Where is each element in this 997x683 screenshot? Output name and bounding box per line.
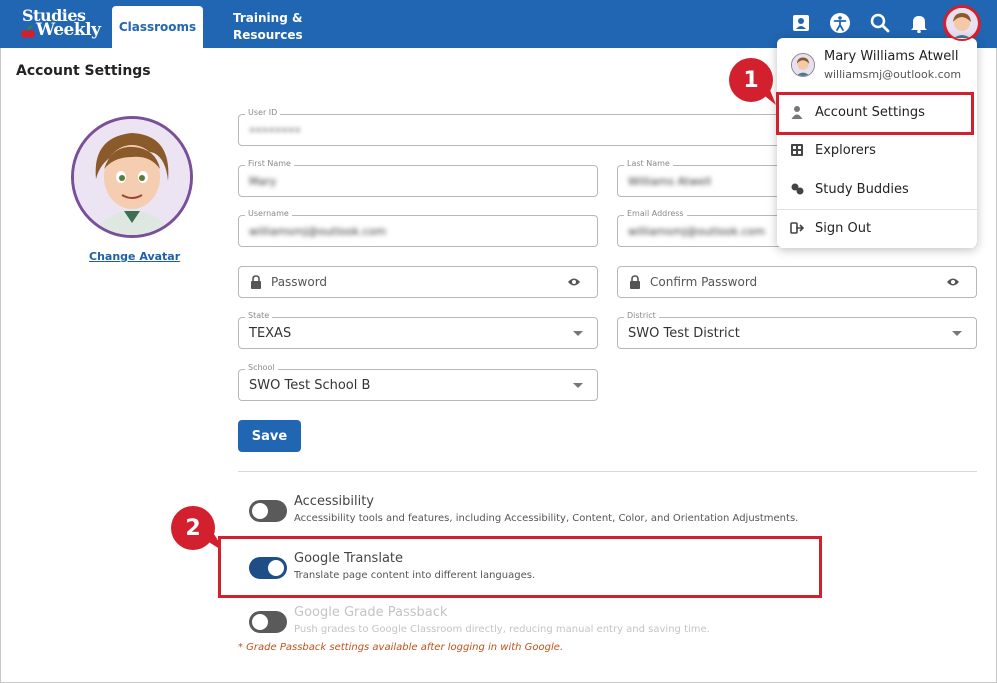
chevron-down-icon bbox=[573, 383, 583, 388]
menu-user-email: williamsmj@outlook.com bbox=[824, 68, 962, 81]
user-dropdown-menu: Mary Williams Atwell williamsmj@outlook.… bbox=[777, 38, 977, 248]
toggle-knob bbox=[252, 503, 268, 519]
grade-passback-note: * Grade Passback settings available afte… bbox=[238, 642, 564, 653]
google-grade-passback-title: Google Grade Passback bbox=[294, 605, 448, 620]
password-field[interactable]: Password bbox=[238, 266, 598, 298]
state-select[interactable]: State TEXAS bbox=[238, 311, 598, 349]
school-value: SWO Test School B bbox=[249, 377, 371, 393]
tab-classrooms[interactable]: Classrooms bbox=[112, 6, 203, 48]
google-grade-passback-toggle[interactable] bbox=[249, 611, 287, 633]
accessibility-icon[interactable] bbox=[829, 12, 851, 34]
district-value: SWO Test District bbox=[628, 325, 740, 341]
first-name-field[interactable]: First Name Mary bbox=[238, 159, 598, 197]
chevron-down-icon bbox=[573, 331, 583, 336]
email-value: williamsmj@outlook.com bbox=[628, 224, 766, 238]
username-value: williamsmj@outlook.com bbox=[249, 224, 387, 238]
menu-item-label: Study Buddies bbox=[815, 181, 909, 197]
menu-item-sign-out[interactable]: Sign Out bbox=[777, 213, 977, 243]
section-divider bbox=[238, 471, 977, 472]
profile-avatar bbox=[71, 116, 193, 238]
google-translate-highlight-box bbox=[218, 536, 822, 598]
menu-item-explorers[interactable]: Explorers bbox=[777, 135, 977, 165]
search-icon[interactable] bbox=[869, 12, 891, 34]
explorers-icon bbox=[791, 144, 803, 156]
annotation-number-2: 2 bbox=[185, 515, 201, 541]
apple-icon bbox=[21, 26, 35, 38]
confirm-password-field[interactable]: Confirm Password bbox=[617, 266, 977, 298]
annotation-number-1: 1 bbox=[743, 67, 759, 93]
menu-user-name: Mary Williams Atwell bbox=[824, 49, 959, 64]
menu-item-study-buddies[interactable]: Study Buddies bbox=[777, 174, 977, 204]
lock-icon bbox=[251, 275, 261, 289]
confirm-password-placeholder: Confirm Password bbox=[650, 275, 758, 289]
avatar-image-menu bbox=[792, 54, 814, 76]
change-avatar-link[interactable]: Change Avatar bbox=[89, 250, 180, 263]
accessibility-toggle[interactable] bbox=[249, 500, 287, 522]
accessibility-desc: Accessibility tools and features, includ… bbox=[294, 513, 799, 524]
annotation-badge-1: 1 bbox=[726, 55, 776, 105]
district-select[interactable]: District SWO Test District bbox=[617, 311, 977, 349]
study-buddies-icon bbox=[791, 183, 804, 195]
avatar-illustration bbox=[74, 119, 190, 235]
menu-item-label: Sign Out bbox=[815, 220, 872, 236]
eye-icon[interactable] bbox=[567, 277, 581, 287]
school-select[interactable]: School SWO Test School B bbox=[238, 363, 598, 401]
eye-icon[interactable] bbox=[946, 277, 960, 287]
tab-training-resources[interactable]: Training & Resources bbox=[233, 10, 303, 44]
bell-icon[interactable] bbox=[908, 12, 930, 34]
last-name-value: Williams Atwell bbox=[628, 174, 712, 188]
menu-divider bbox=[777, 209, 977, 210]
contact-card-icon[interactable] bbox=[790, 12, 812, 34]
lock-icon bbox=[630, 275, 640, 289]
menu-item-label: Explorers bbox=[815, 142, 876, 158]
page-title: Account Settings bbox=[16, 63, 151, 79]
sign-out-icon bbox=[790, 222, 804, 234]
logo-text-weekly: Weekly bbox=[36, 20, 101, 40]
state-value: TEXAS bbox=[249, 325, 292, 341]
avatar-highlight-ring bbox=[944, 5, 980, 41]
toggle-knob bbox=[252, 614, 268, 630]
tab-training-line1: Training & bbox=[233, 11, 303, 25]
save-button[interactable]: Save bbox=[238, 420, 301, 452]
google-grade-passback-desc: Push grades to Google Classroom directly… bbox=[294, 624, 710, 635]
chevron-down-icon bbox=[952, 331, 962, 336]
accessibility-title: Accessibility bbox=[294, 494, 374, 509]
password-placeholder: Password bbox=[271, 275, 328, 289]
menu-avatar bbox=[791, 53, 815, 77]
account-settings-highlight-box bbox=[776, 92, 974, 135]
annotation-badge-2: 2 bbox=[168, 503, 226, 553]
username-field[interactable]: Username williamsmj@outlook.com bbox=[238, 209, 598, 247]
studies-weekly-logo[interactable]: Studies Weekly bbox=[14, 6, 101, 42]
tab-training-line2: Resources bbox=[233, 28, 303, 42]
first-name-value: Mary bbox=[249, 174, 277, 188]
user-id-value: •••••••• bbox=[249, 123, 301, 137]
